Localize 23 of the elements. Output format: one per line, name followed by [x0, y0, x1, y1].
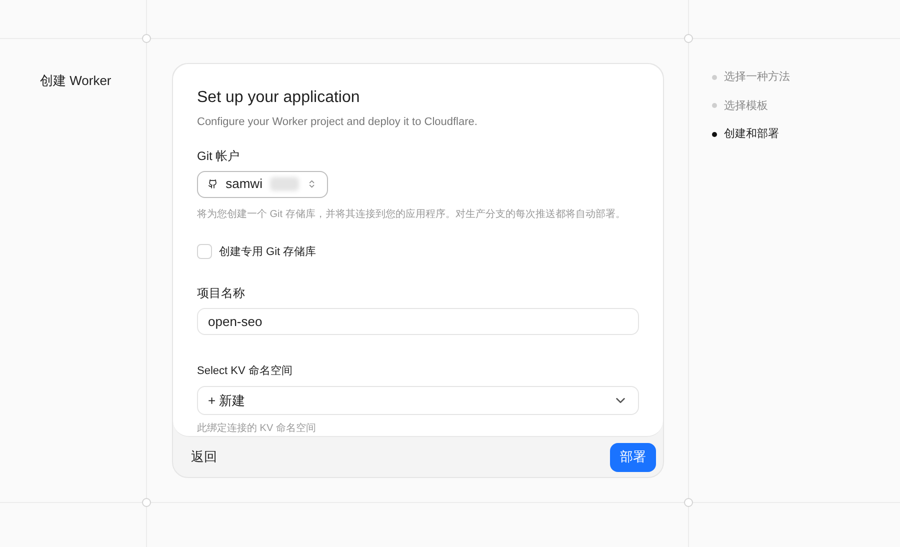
field-label: Select KV 命名空间 [197, 364, 292, 380]
updown-chevron-icon [307, 178, 317, 190]
corner-handle [142, 34, 151, 43]
deploy-button[interactable]: 部署 [610, 442, 656, 472]
checkbox[interactable] [197, 244, 212, 260]
git-hint: 将为您创建一个 Git 存储库，并将其连接到您的应用程序。对生产分支的每次推送都将自动部署。 [197, 208, 626, 222]
corner-handle [142, 498, 151, 507]
card-subtitle: Configure your Worker project and deploy it to Cloudflare. [197, 115, 478, 130]
checkbox-label: 创建专用 Git 存储库 [219, 244, 316, 260]
back-button[interactable]: 返回 [191, 447, 217, 467]
card-title: Set up your application [197, 88, 360, 108]
kv-hint: 此绑定连接的 KV 命名空间 [197, 422, 316, 436]
field-label: 项目名称 [197, 285, 245, 302]
project-name-input[interactable]: open-seo [197, 308, 639, 336]
blurred-text [270, 177, 300, 192]
field-label: Git 帐户 [197, 148, 240, 164]
git-account-select[interactable]: samwi [197, 170, 328, 198]
corner-handle [684, 34, 693, 43]
page-title: 创建 Worker [40, 73, 112, 88]
kv-namespace-select[interactable]: + 新建 [197, 386, 639, 416]
corner-handle [684, 498, 693, 507]
step-item[interactable]: 创建和部署 [712, 126, 790, 142]
github-icon [208, 178, 218, 190]
